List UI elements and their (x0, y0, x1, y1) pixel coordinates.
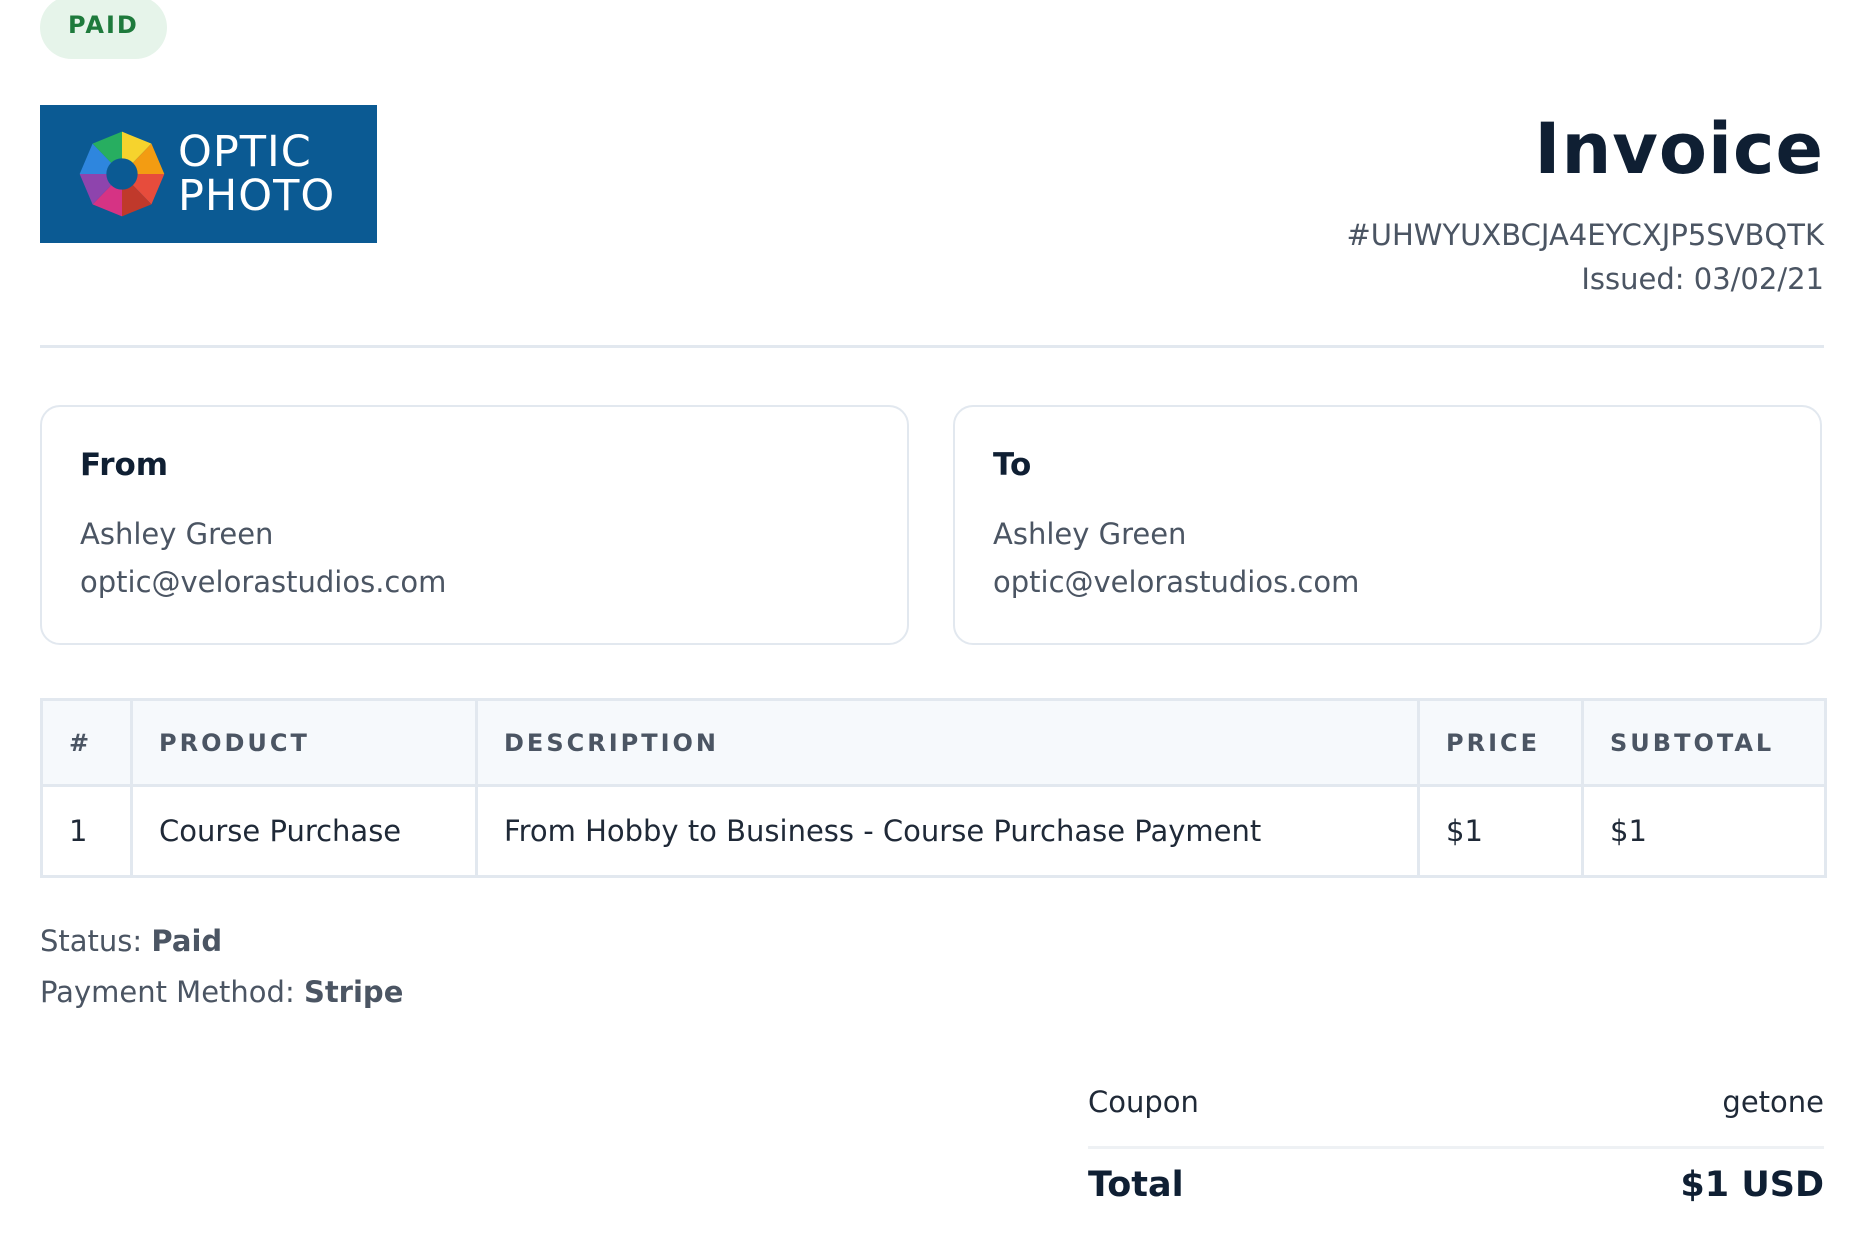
payment-method: Payment Method: Stripe (40, 975, 403, 1009)
table-row: 1 Course Purchase From Hobby to Business… (40, 784, 1827, 878)
payment-method-value: Stripe (303, 975, 404, 1009)
coupon-value: getone (1722, 1085, 1824, 1119)
table-header-row: # PRODUCT DESCRIPTION PRICE SUBTOTAL (40, 698, 1827, 787)
logo-line-2: PHOTO (178, 171, 336, 221)
to-name: Ashley Green (993, 517, 1187, 551)
column-header-subtotal: SUBTOTAL (1581, 698, 1827, 787)
status-badge: PAID (40, 0, 167, 59)
row-description: From Hobby to Business - Course Purchase… (475, 784, 1420, 878)
column-header-number: # (40, 698, 133, 787)
from-heading: From (80, 447, 169, 483)
payment-status-label: Status: (40, 924, 143, 958)
issued-value: 03/02/21 (1693, 262, 1824, 296)
from-email: optic@velorastudios.com (80, 565, 447, 599)
payment-status-value: Paid (151, 924, 223, 958)
from-name: Ashley Green (80, 517, 274, 551)
issued-label: Issued: (1581, 262, 1685, 296)
row-subtotal: $1 (1581, 784, 1827, 878)
logo-line-1: OPTIC (178, 127, 312, 177)
invoice-number: #UHWYUXBCJA4EYCXJP5SVBQTK (1346, 218, 1824, 252)
to-heading: To (993, 447, 1032, 483)
row-price: $1 (1417, 784, 1584, 878)
column-header-price: PRICE (1417, 698, 1584, 787)
column-header-product: PRODUCT (130, 698, 478, 787)
issued-date: Issued: 03/02/21 (1581, 262, 1824, 296)
column-header-description: DESCRIPTION (475, 698, 1420, 787)
header-divider (40, 345, 1824, 348)
logo-wordmark: OPTIC PHOTO (178, 130, 335, 218)
summary-divider (1088, 1146, 1824, 1149)
line-items-table: # PRODUCT DESCRIPTION PRICE SUBTOTAL 1 C… (40, 698, 1827, 878)
coupon-row: Coupon getone (1088, 1085, 1824, 1129)
coupon-label: Coupon (1088, 1085, 1199, 1119)
company-logo: OPTIC PHOTO (40, 105, 377, 243)
total-value: $1 USD (1680, 1165, 1824, 1205)
total-label: Total (1088, 1165, 1184, 1205)
total-row: Total $1 USD (1088, 1165, 1824, 1215)
to-email: optic@velorastudios.com (993, 565, 1360, 599)
from-card: From Ashley Green optic@velorastudios.co… (40, 405, 909, 645)
row-number: 1 (40, 784, 133, 878)
row-product: Course Purchase (130, 784, 478, 878)
payment-method-label: Payment Method: (40, 975, 295, 1009)
page-title: Invoice (1534, 108, 1824, 190)
to-card: To Ashley Green optic@velorastudios.com (953, 405, 1822, 645)
payment-status: Status: Paid (40, 924, 222, 958)
aperture-icon (79, 131, 165, 217)
